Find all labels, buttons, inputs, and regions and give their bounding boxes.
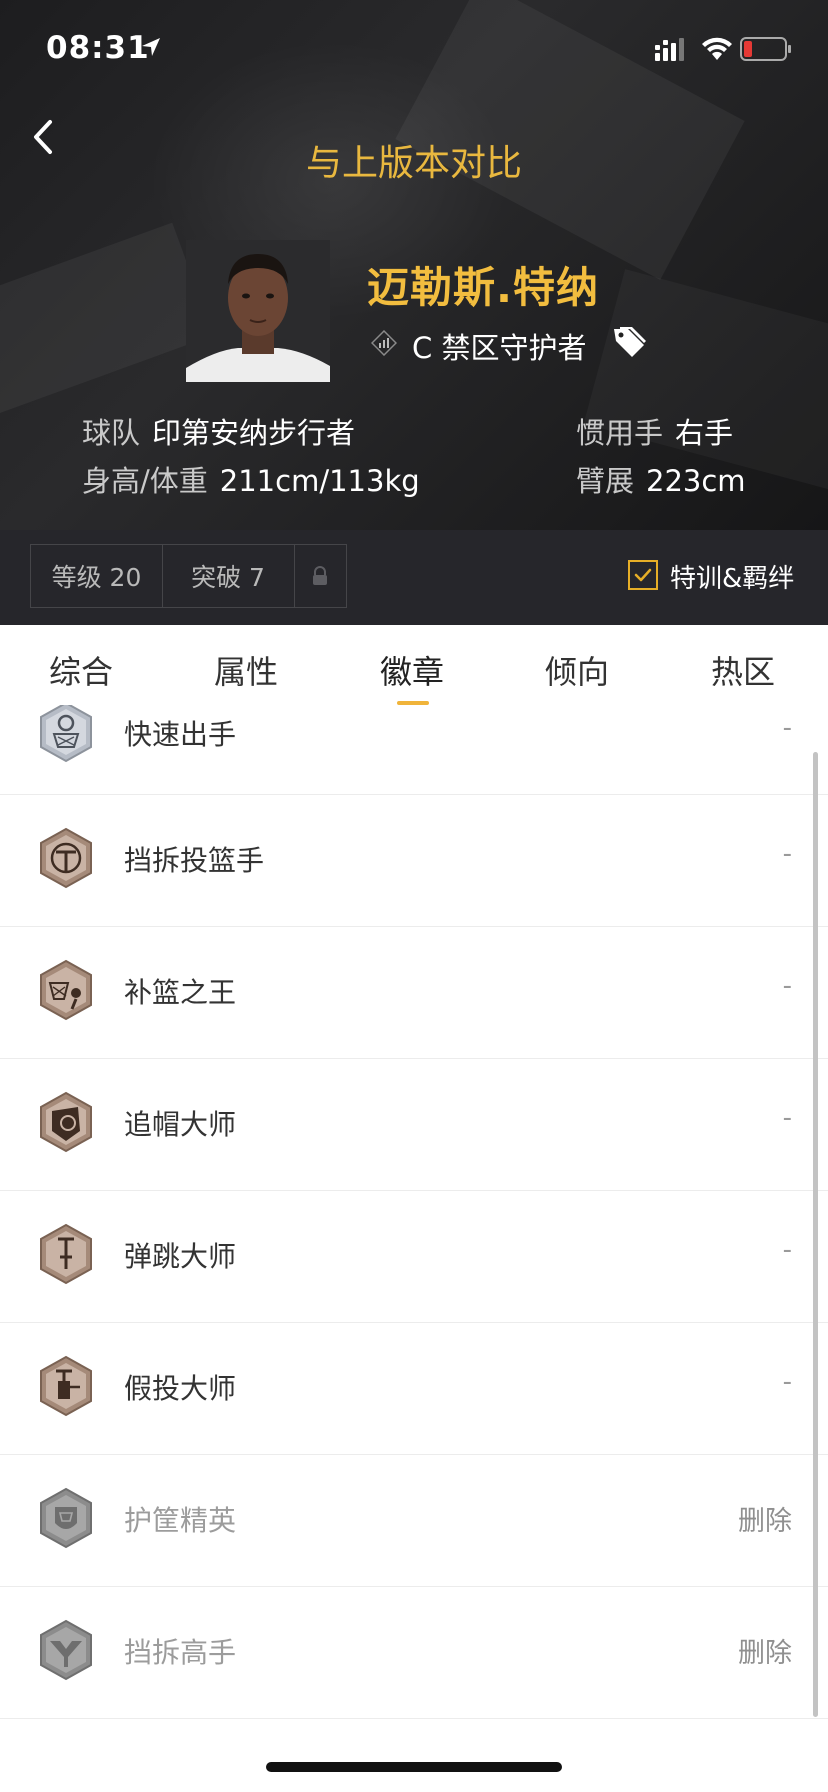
hand-info: 惯用手 右手 <box>576 410 733 452</box>
badge-row[interactable]: 补篮之王 - <box>0 927 828 1059</box>
level-label: 等级 20 <box>51 563 142 592</box>
tab-hotzones[interactable]: 热区 <box>683 647 803 693</box>
training-bond-checkbox[interactable] <box>628 560 658 590</box>
badge-value: - <box>782 971 792 1001</box>
player-header: 08:31 与上版本对比 迈勒斯.特纳 C 禁区守护者 球队 印第安纳步行者 身… <box>0 0 828 530</box>
battery-low-icon <box>740 37 791 61</box>
player-name: 迈勒斯.特纳 <box>367 263 599 312</box>
bg-decoration <box>0 222 214 418</box>
badge-name: 护筐精英 <box>124 1504 237 1537</box>
cellular-signal-icon <box>655 38 684 61</box>
badge-name: 追帽大师 <box>124 1108 237 1141</box>
wingspan-label: 臂展 <box>576 464 635 498</box>
team-label: 球队 <box>82 416 141 450</box>
badge-row[interactable]: 护筐精英 删除 <box>0 1455 828 1587</box>
badge-name: 弹跳大师 <box>124 1240 237 1273</box>
breakthrough-label: 突破 7 <box>191 563 265 592</box>
badge-name: 挡拆高手 <box>124 1636 237 1669</box>
player-avatar <box>186 240 330 382</box>
tab-overview[interactable]: 综合 <box>21 647 141 693</box>
badge-name: 补篮之王 <box>124 976 237 1009</box>
badge-value: - <box>782 1235 792 1265</box>
badge-list: 快速出手 - 挡拆投篮手 - 补篮之王 - 追帽大师 - 弹跳大师 - 假投大师… <box>0 705 828 1725</box>
pogo-stick-icon <box>40 1223 92 1285</box>
home-indicator[interactable] <box>266 1762 562 1772</box>
badge-name: 挡拆投篮手 <box>124 844 265 877</box>
status-bar: 08:31 <box>0 0 828 100</box>
rim-protector-icon <box>40 1487 92 1549</box>
pick-and-roll-shooter-icon <box>40 827 92 889</box>
delete-button[interactable]: 删除 <box>738 1631 792 1670</box>
chase-down-shield-icon <box>40 1091 92 1153</box>
checkmark-icon <box>634 568 652 582</box>
tab-bar: 综合 属性 徽章 倾向 热区 <box>0 625 828 705</box>
badge-row[interactable]: 快速出手 - <box>0 705 828 795</box>
wifi-icon <box>702 37 732 60</box>
tab-tendencies[interactable]: 倾向 <box>517 647 637 693</box>
wingspan-info: 臂展 223cm <box>576 458 746 500</box>
wingspan-value: 223cm <box>646 464 746 498</box>
lock-icon <box>313 566 327 585</box>
pick-dodger-icon <box>40 1619 92 1681</box>
badge-row[interactable]: 弹跳大师 - <box>0 1191 828 1323</box>
team-info: 球队 印第安纳步行者 <box>82 410 355 452</box>
height-weight-info: 身高/体重 211cm/113kg <box>82 458 420 500</box>
tab-attributes[interactable]: 属性 <box>186 647 306 693</box>
position-badge-icon <box>371 330 397 356</box>
locked-slot[interactable] <box>294 544 347 608</box>
team-value: 印第安纳步行者 <box>152 416 356 450</box>
tab-badges[interactable]: 徽章 <box>352 647 472 693</box>
hand-value: 右手 <box>675 416 734 450</box>
badge-value: - <box>782 1367 792 1397</box>
badge-value: - <box>782 1103 792 1133</box>
level-selector[interactable]: 等级 20 <box>30 544 163 608</box>
badge-row[interactable]: 挡拆高手 删除 <box>0 1587 828 1719</box>
badge-row[interactable]: 追帽大师 - <box>0 1059 828 1191</box>
delete-button[interactable]: 删除 <box>738 1499 792 1538</box>
breakthrough-selector[interactable]: 突破 7 <box>162 544 295 608</box>
training-bond-label[interactable]: 特训&羁绊 <box>670 558 794 595</box>
putback-hoop-icon <box>40 959 92 1021</box>
level-bar: 等级 20 突破 7 特训&羁绊 <box>0 530 828 625</box>
location-arrow-icon <box>142 38 160 56</box>
status-time: 08:31 <box>46 30 150 66</box>
player-position: C 禁区守护者 <box>412 331 587 365</box>
badge-name: 快速出手 <box>124 718 237 751</box>
height-weight-value: 211cm/113kg <box>219 464 420 498</box>
tag-icon[interactable] <box>612 325 648 359</box>
compare-version-button[interactable]: 与上版本对比 <box>0 134 828 186</box>
list-scrollbar[interactable] <box>813 752 818 1717</box>
badge-value: - <box>782 839 792 869</box>
badge-name: 假投大师 <box>124 1372 237 1405</box>
hand-label: 惯用手 <box>576 416 664 450</box>
pump-fake-icon <box>40 1355 92 1417</box>
basketball-hoop-stopwatch-icon <box>40 705 92 763</box>
height-weight-label: 身高/体重 <box>82 464 208 498</box>
badge-row[interactable]: 假投大师 - <box>0 1323 828 1455</box>
badge-value: - <box>782 713 792 743</box>
badge-row[interactable]: 挡拆投篮手 - <box>0 795 828 927</box>
